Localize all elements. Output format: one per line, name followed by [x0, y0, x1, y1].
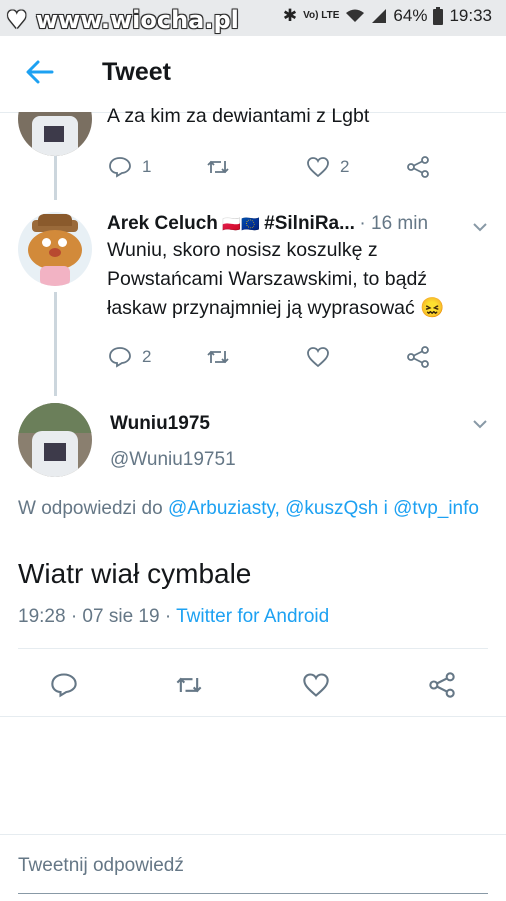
handle[interactable]: @Wuniu19751 [110, 449, 236, 471]
watermark: ♥ www.wiocha.pl [6, 6, 239, 34]
battery-icon [433, 7, 444, 25]
like-count: 2 [340, 157, 350, 176]
display-name[interactable]: Arek Celuch [107, 213, 218, 234]
watermark-text: www.wiocha.pl [35, 6, 239, 34]
back-arrow-icon[interactable] [24, 56, 56, 88]
reply-icon [109, 347, 131, 368]
retweet-button[interactable] [206, 345, 230, 369]
share-icon [407, 346, 429, 368]
heart-outline-icon [307, 157, 329, 178]
retweet-icon [207, 160, 229, 174]
chevron-down-icon[interactable] [472, 416, 488, 432]
like-button[interactable]: 2 [306, 155, 349, 179]
reply-button[interactable]: 1 [108, 155, 151, 179]
reply-count: 1 [142, 157, 152, 176]
bluetooth-icon: ✱ [282, 6, 298, 25]
source-link[interactable]: Twitter for Android [176, 606, 329, 627]
share-icon [407, 156, 429, 178]
mention-link[interactable]: @tvp_info [393, 498, 479, 519]
tweet-text: Wuniu, skoro nosisz koszulkę z Powstańca… [107, 239, 445, 319]
share-icon [429, 672, 455, 698]
divider [18, 648, 488, 649]
like-button[interactable] [306, 345, 330, 369]
retweet-button[interactable] [206, 155, 230, 179]
avatar[interactable] [18, 212, 92, 286]
thread-line [54, 292, 57, 396]
reply-button[interactable] [50, 671, 78, 699]
retweet-icon [176, 677, 202, 693]
reply-composer[interactable]: Tweetnij odpowiedź [0, 834, 506, 901]
signal-icon [372, 9, 387, 23]
share-button[interactable] [406, 155, 430, 179]
reply-button[interactable]: 2 [108, 345, 151, 369]
page-title: Tweet [102, 58, 171, 86]
share-button[interactable] [406, 345, 430, 369]
status-icons: ✱ Vo) LTE 64% 19:33 [283, 6, 492, 26]
timestamp: 19:28 · 07 sie 19 · [18, 606, 172, 627]
tweet-time: · 16 min [359, 213, 429, 234]
input-underline [18, 893, 488, 894]
reply-and: i [383, 498, 388, 519]
tweet-timestamp: 19:28 · 07 sie 19 · Twitter for Android [18, 606, 329, 628]
wifi-icon [346, 9, 365, 22]
tweet-text: Wiatr wiał cymbale [18, 558, 252, 589]
heart-outline-icon [307, 347, 329, 368]
reply-prefix: W odpowiedzi do [18, 498, 163, 519]
heart-icon: ♥ [6, 6, 28, 34]
display-name[interactable]: Wuniu1975 [110, 413, 210, 435]
reply-icon [109, 157, 131, 178]
like-button[interactable] [302, 671, 330, 699]
battery-percent: 64% [393, 6, 428, 25]
hashtag-in-name: #SilniRa... [264, 213, 355, 234]
mention-link[interactable]: @Arbuziasty, [168, 498, 280, 519]
clock: 19:33 [449, 6, 492, 25]
avatar[interactable] [18, 403, 92, 477]
thread-line [54, 156, 57, 200]
status-bar: ♥ www.wiocha.pl ✱ Vo) LTE 64% 19:33 [0, 0, 506, 36]
tweet-header: Arek Celuch 🇵🇱🇪🇺 #SilniRa... · 16 min [107, 213, 428, 235]
reply-count: 2 [142, 347, 152, 366]
tweet-text: A za kim za dewiantami z Lgbt [107, 105, 370, 127]
heart-outline-icon [303, 673, 329, 697]
divider [0, 716, 506, 717]
reply-icon [51, 673, 77, 698]
chevron-down-icon[interactable] [472, 219, 488, 235]
reply-context: W odpowiedzi do @Arbuziasty, @kuszQsh i … [18, 494, 488, 523]
avatar-clip [18, 112, 92, 156]
lte-indicator: Vo) LTE [303, 10, 340, 21]
reply-input[interactable]: Tweetnij odpowiedź [18, 855, 184, 877]
mention-link[interactable]: @kuszQsh [285, 498, 378, 519]
retweet-icon [207, 350, 229, 364]
avatar[interactable] [18, 112, 92, 156]
share-button[interactable] [428, 671, 456, 699]
retweet-button[interactable] [175, 671, 203, 699]
flags: 🇵🇱🇪🇺 [222, 216, 260, 233]
